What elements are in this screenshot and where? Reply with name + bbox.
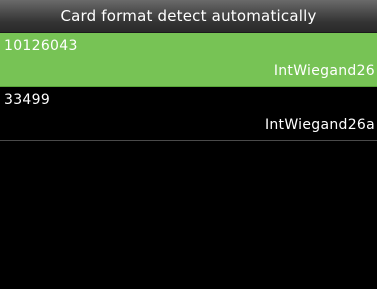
card-number: 33499 bbox=[4, 92, 51, 108]
page-title: Card format detect automatically bbox=[60, 7, 317, 25]
card-format-name: IntWiegand26a bbox=[264, 117, 375, 133]
card-format-list: 10126043 IntWiegand26 33499 IntWiegand26… bbox=[0, 33, 377, 141]
device-screen: Card format detect automatically 1012604… bbox=[0, 0, 377, 289]
card-number: 10126043 bbox=[4, 38, 78, 54]
card-format-name: IntWiegand26 bbox=[273, 63, 375, 79]
list-item-card-format[interactable]: 10126043 IntWiegand26 bbox=[0, 33, 377, 87]
title-bar: Card format detect automatically bbox=[0, 0, 377, 33]
list-item-card-format[interactable]: 33499 IntWiegand26a bbox=[0, 87, 377, 141]
